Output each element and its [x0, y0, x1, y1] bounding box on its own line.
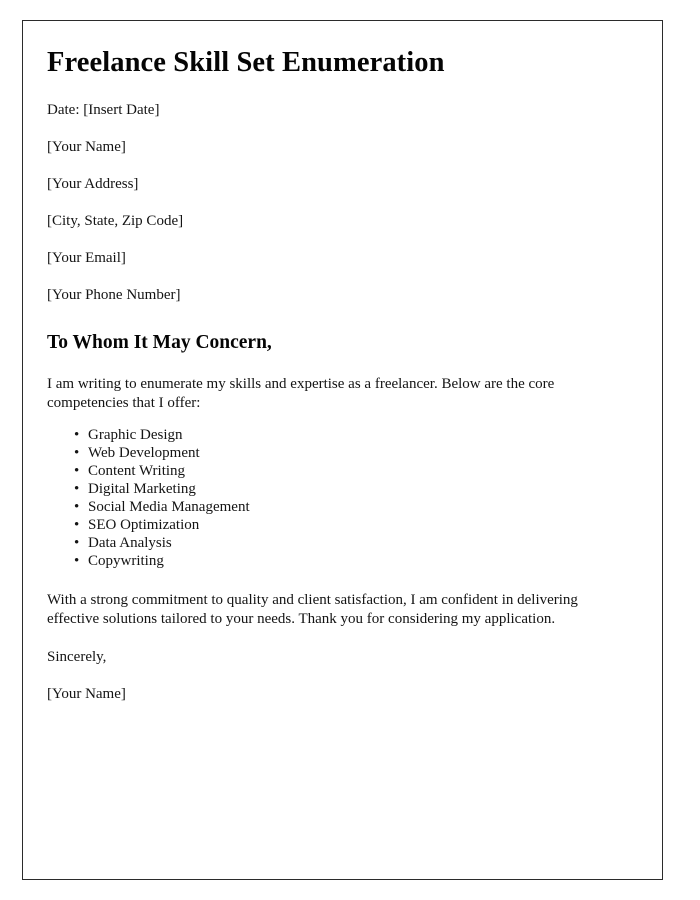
signoff-closing: Sincerely,: [47, 648, 107, 665]
list-item-label: Web Development: [88, 444, 200, 461]
bullet-icon: •: [74, 517, 80, 534]
bullet-icon: •: [74, 553, 80, 570]
list-item: • Social Media Management: [74, 498, 638, 516]
meta-line-phone: [Your Phone Number]: [47, 286, 181, 303]
meta-line-address: [Your Address]: [47, 175, 139, 192]
list-item-label: Digital Marketing: [88, 481, 196, 498]
list-item: • Web Development: [74, 444, 638, 462]
bullet-icon: •: [74, 499, 80, 516]
bullet-icon: •: [74, 463, 80, 480]
bullet-icon: •: [74, 535, 80, 552]
list-item-label: Social Media Management: [88, 499, 250, 516]
list-item-label: SEO Optimization: [88, 517, 200, 534]
list-item: • Copywriting: [74, 552, 638, 570]
bullet-icon: •: [74, 481, 80, 498]
bullet-icon: •: [74, 426, 80, 443]
list-item: • Digital Marketing: [74, 480, 638, 498]
meta-line-date: Date: [Insert Date]: [47, 101, 160, 118]
meta-line-city-state-zip: [City, State, Zip Code]: [47, 212, 184, 229]
list-item: • Data Analysis: [74, 534, 638, 552]
list-item: • Graphic Design: [74, 426, 638, 444]
signoff-signature: [Your Name]: [47, 685, 126, 702]
list-item: • SEO Optimization: [74, 516, 638, 534]
meta-line-email: [Your Email]: [47, 249, 126, 266]
skills-list: • Graphic Design • Web Development • Conten…: [47, 426, 638, 571]
document-page: Freelance Skill Set Enumeration Date: [I…: [22, 20, 663, 880]
meta-line-name: [Your Name]: [47, 138, 126, 155]
salutation-heading: To Whom It May Concern,: [47, 331, 272, 353]
list-item-label: Data Analysis: [88, 535, 172, 552]
closing-paragraph: With a strong commitment to quality and …: [47, 592, 578, 627]
signoff-block: Sincerely, [Your Name]: [47, 648, 638, 703]
document-content: Freelance Skill Set Enumeration Date: [I…: [23, 21, 662, 703]
list-item-label: Content Writing: [88, 463, 186, 480]
sender-details-block: Date: [Insert Date] [Your Name] [Your Ad…: [47, 101, 638, 304]
list-item-label: Graphic Design: [88, 426, 183, 443]
page-title: Freelance Skill Set Enumeration: [47, 47, 445, 78]
bullet-icon: •: [74, 444, 80, 461]
list-item: • Content Writing: [74, 462, 638, 480]
list-item-label: Copywriting: [88, 553, 164, 570]
intro-paragraph: I am writing to enumerate my skills and …: [47, 376, 555, 411]
